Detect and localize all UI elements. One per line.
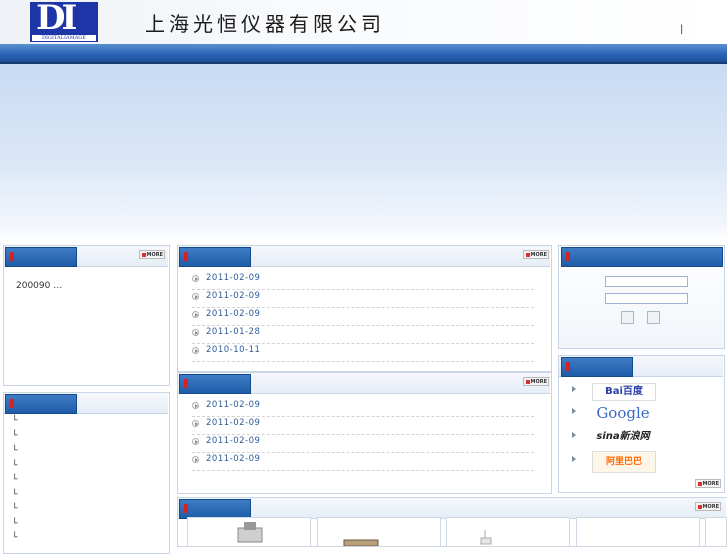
username-field[interactable] bbox=[605, 276, 688, 287]
nav-bar bbox=[0, 44, 727, 62]
logo-caption: DIGITALIAMAGE bbox=[32, 35, 96, 41]
reset-button[interactable] bbox=[647, 311, 660, 324]
news-date: 2011-02-09 bbox=[206, 273, 261, 283]
bullet-icon bbox=[192, 438, 199, 445]
link-baidu[interactable]: Bai百度 bbox=[572, 381, 662, 401]
category-item[interactable]: └ bbox=[12, 533, 17, 543]
category-item[interactable]: └ bbox=[12, 461, 17, 471]
more-button[interactable]: MORE bbox=[139, 250, 165, 259]
product-thumbnail[interactable] bbox=[446, 517, 570, 547]
news-date: 2011-02-09 bbox=[206, 309, 261, 319]
news-date: 2011-02-09 bbox=[206, 400, 261, 410]
left-bottom-panel bbox=[3, 392, 170, 554]
bullet-icon bbox=[192, 402, 199, 409]
title-marker-icon bbox=[566, 252, 570, 261]
news-date: 2010-10-11 bbox=[206, 345, 261, 355]
title-marker-icon bbox=[184, 252, 188, 261]
links-title bbox=[561, 357, 633, 377]
product-image bbox=[237, 522, 263, 543]
title-marker-icon bbox=[184, 379, 188, 388]
product-thumbnail[interactable] bbox=[576, 517, 700, 547]
arrow-icon bbox=[572, 386, 576, 392]
news-panel-1-title bbox=[179, 247, 251, 267]
bullet-icon bbox=[192, 456, 199, 463]
product-panel-title-bar bbox=[178, 498, 726, 519]
product-image bbox=[343, 539, 379, 547]
news-date: 2011-01-28 bbox=[206, 327, 261, 337]
category-item[interactable]: └ bbox=[12, 504, 17, 514]
category-item[interactable]: └ bbox=[12, 475, 17, 485]
product-thumbnail[interactable] bbox=[317, 517, 441, 547]
logo-letters: DI bbox=[36, 0, 77, 38]
news-date: 2011-02-09 bbox=[206, 454, 261, 464]
product-image bbox=[480, 530, 492, 545]
news-item[interactable]: 2011-02-09 bbox=[192, 434, 534, 453]
title-marker-icon bbox=[566, 362, 570, 371]
login-title-bar bbox=[561, 247, 723, 267]
left-top-title bbox=[5, 247, 77, 267]
product-thumbnail[interactable] bbox=[187, 517, 311, 547]
link-google[interactable]: Google bbox=[572, 403, 662, 425]
arrow-icon bbox=[572, 432, 576, 438]
arrow-icon bbox=[572, 456, 576, 462]
news-item[interactable]: 2011-02-09 bbox=[192, 289, 534, 308]
login-button[interactable] bbox=[621, 311, 634, 324]
company-name: 上海光恒仪器有限公司 bbox=[145, 12, 385, 36]
bullet-icon bbox=[192, 347, 199, 354]
news-item[interactable]: 2011-01-28 bbox=[192, 325, 534, 344]
title-marker-icon bbox=[10, 399, 14, 408]
news-date: 2011-02-09 bbox=[206, 291, 261, 301]
more-button[interactable]: MORE bbox=[695, 502, 721, 511]
news-date: 2011-02-09 bbox=[206, 436, 261, 446]
news-item[interactable]: 2011-02-09 bbox=[192, 271, 534, 290]
news-item[interactable]: 2010-10-11 bbox=[192, 343, 534, 362]
product-thumbnail[interactable] bbox=[705, 517, 727, 547]
banner bbox=[0, 64, 727, 242]
category-item[interactable]: └ bbox=[12, 431, 17, 441]
header-separator: | bbox=[680, 24, 684, 35]
news-date: 2011-02-09 bbox=[206, 418, 261, 428]
title-marker-icon bbox=[184, 504, 188, 513]
left-bottom-title bbox=[5, 394, 77, 414]
bullet-icon bbox=[192, 420, 199, 427]
news-item[interactable]: 2011-02-09 bbox=[192, 307, 534, 326]
bullet-icon bbox=[192, 275, 199, 282]
title-marker-icon bbox=[10, 252, 14, 261]
category-item[interactable]: └ bbox=[12, 490, 17, 500]
product-panel-title bbox=[179, 499, 251, 519]
left-top-text: 200090 … bbox=[16, 281, 63, 291]
category-item[interactable]: └ bbox=[12, 446, 17, 456]
password-field[interactable] bbox=[605, 293, 688, 304]
link-sina[interactable]: sina新浪网 bbox=[572, 427, 662, 447]
bullet-icon bbox=[192, 293, 199, 300]
news-item[interactable]: 2011-02-09 bbox=[192, 452, 534, 471]
news-item[interactable]: 2011-02-09 bbox=[192, 416, 534, 435]
category-item[interactable]: └ bbox=[12, 416, 17, 426]
arrow-icon bbox=[572, 408, 576, 414]
news-item[interactable]: 2011-02-09 bbox=[192, 398, 534, 417]
more-button[interactable]: MORE bbox=[523, 250, 549, 259]
alibaba-logo: 阿里巴巴 bbox=[592, 451, 656, 473]
baidu-logo: Bai百度 bbox=[592, 383, 656, 401]
bullet-icon bbox=[192, 329, 199, 336]
more-button[interactable]: MORE bbox=[523, 377, 549, 386]
category-item[interactable]: └ bbox=[12, 519, 17, 529]
sina-logo: sina新浪网 bbox=[596, 431, 650, 442]
bullet-icon bbox=[192, 311, 199, 318]
google-logo: Google bbox=[596, 404, 650, 422]
news-panel-2-title bbox=[179, 374, 251, 394]
more-button[interactable]: MORE bbox=[695, 479, 721, 488]
company-logo[interactable]: DI DIGITALIAMAGE bbox=[30, 0, 98, 42]
link-alibaba[interactable]: 阿里巴巴 bbox=[572, 451, 662, 473]
